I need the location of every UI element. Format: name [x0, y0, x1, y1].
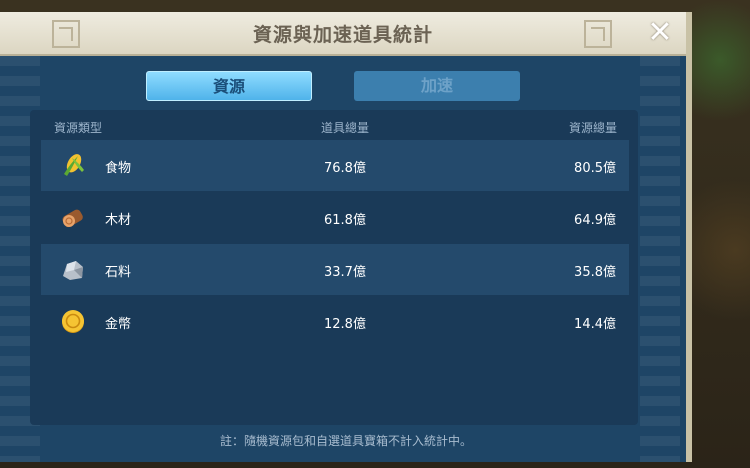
resource-name: 食物: [105, 161, 132, 176]
stone-icon: [63, 261, 83, 280]
resource-stats-dialog: 資源與加速道具統計 ✕ 資源 加速 資源類型 道具總量 資源總量 食物 76.8…: [0, 12, 692, 462]
resource-total-value: 64.9億: [574, 213, 616, 228]
header-item-total: 道具總量: [321, 121, 370, 135]
resource-name: 木材: [105, 213, 132, 228]
resource-name: 石料: [105, 265, 132, 280]
header-resource-total: 資源總量: [569, 121, 618, 135]
corn-icon: [64, 154, 84, 176]
table-row: 石料 33.7億 35.8億: [41, 244, 629, 295]
dialog-title: 資源與加速道具統計: [252, 24, 433, 46]
item-total-value: 76.8億: [324, 161, 366, 176]
title-bar: 資源與加速道具統計 ✕: [0, 12, 686, 56]
side-pattern-right: [640, 56, 680, 462]
item-total-value: 12.8億: [324, 317, 366, 332]
footnote: 註：隨機資源包和自選道具寶箱不計入統計中。: [219, 434, 472, 448]
resource-total-value: 80.5億: [574, 161, 616, 176]
resource-name: 金幣: [105, 317, 132, 332]
table-row: 金幣 12.8億 14.4億: [41, 296, 629, 347]
resource-total-value: 35.8億: [574, 265, 616, 280]
item-total-value: 61.8億: [324, 213, 366, 228]
header-resource-type: 資源類型: [54, 121, 103, 135]
table-row: 食物 76.8億 80.5億: [41, 140, 629, 191]
log-icon: [62, 209, 83, 228]
table-row: 木材 61.8億 64.9億: [41, 192, 629, 243]
gold-coin-icon: [62, 310, 84, 333]
close-icon[interactable]: ✕: [646, 18, 674, 48]
item-total-value: 33.7億: [324, 265, 366, 280]
tab-resources[interactable]: 資源: [146, 71, 312, 101]
resource-total-value: 14.4億: [574, 317, 616, 332]
tab-speedups[interactable]: 加速: [354, 71, 520, 101]
